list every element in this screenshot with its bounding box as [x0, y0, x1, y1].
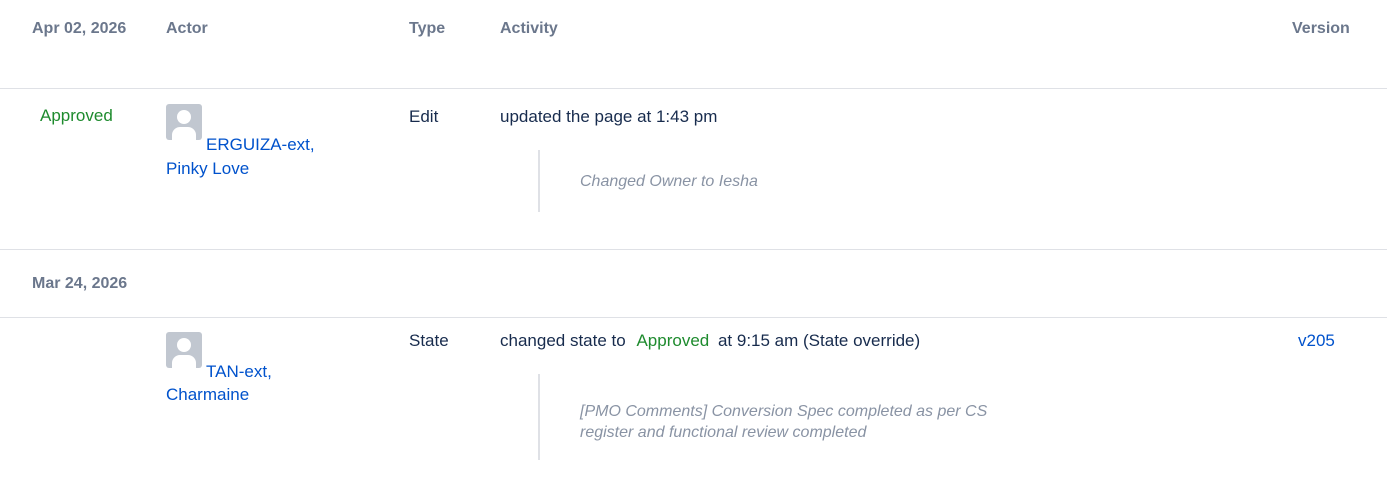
version-column-header: Version — [1292, 20, 1350, 37]
activity-suffix: at 9:15 am (State override) — [717, 331, 921, 350]
activity-comment: Changed Owner to Iesha — [580, 173, 758, 190]
version-link[interactable]: v205 — [1298, 331, 1335, 351]
actor-name-first[interactable]: TAN-ext, — [206, 361, 272, 383]
comment-quote-bar — [538, 374, 540, 460]
activity-column-header: Activity — [500, 20, 558, 37]
user-avatar-icon[interactable] — [166, 104, 202, 140]
state-label: Approved — [40, 106, 113, 125]
activity-description: updated the page at 1:43 pm — [500, 107, 718, 126]
comment-quote-bar — [538, 150, 540, 212]
row-divider — [0, 249, 1387, 250]
activity-comment-line: register and functional review completed — [580, 424, 867, 441]
user-avatar-icon[interactable] — [166, 332, 202, 368]
actor-name-second[interactable]: Pinky Love — [166, 158, 249, 180]
activity-comment: [PMO Comments] Conversion Spec completed… — [580, 401, 1140, 443]
activity-comment-line: [PMO Comments] Conversion Spec completed… — [580, 403, 988, 420]
type-column-header: Type — [409, 20, 446, 37]
activity-type: State — [409, 331, 449, 350]
actor-column-header: Actor — [166, 20, 208, 37]
date-group-header: Mar 24, 2026 — [32, 275, 128, 292]
inline-state-label: Approved — [636, 331, 710, 350]
date-column-header: Apr 02, 2026 — [32, 20, 127, 37]
header-divider — [0, 88, 1387, 89]
group-divider — [0, 317, 1387, 318]
activity-description: changed state to Approved at 9:15 am (St… — [500, 331, 920, 351]
actor-name-second[interactable]: Charmaine — [166, 384, 249, 406]
activity-prefix: changed state to — [500, 331, 626, 350]
actor-name-first[interactable]: ERGUIZA-ext, — [206, 134, 315, 156]
activity-type: Edit — [409, 107, 439, 126]
